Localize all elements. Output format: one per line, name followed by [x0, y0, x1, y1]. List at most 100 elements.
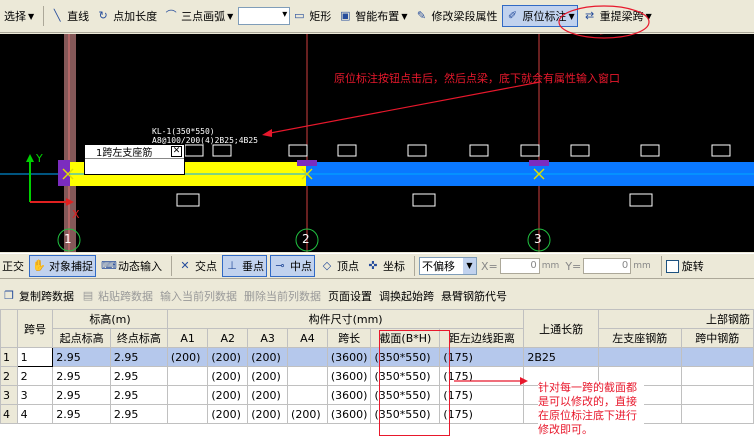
coordinate-snap[interactable]: ✜ 坐标 — [364, 255, 407, 277]
in-situ-input-popup[interactable]: 1跨左支座筋 ✕ — [84, 144, 185, 175]
col-header-a2[interactable]: A2 — [207, 328, 249, 348]
cell-a2[interactable]: (200) — [207, 404, 249, 424]
x-coord-input[interactable]: 0 — [499, 258, 540, 274]
y-coord-input[interactable]: 0 — [583, 258, 632, 274]
cell-span[interactable]: 3 — [16, 385, 54, 405]
cell-mid-span[interactable] — [680, 366, 754, 386]
chevron-down-icon[interactable]: ▼ — [463, 258, 476, 274]
in-situ-annotation-button[interactable]: ✐ 原位标注 ▼ — [502, 5, 578, 27]
cell-a4[interactable] — [287, 366, 328, 386]
object-snap-toggle[interactable]: ✋ 对象捕捉 — [29, 255, 96, 277]
cell-a1[interactable]: (200) — [166, 347, 209, 367]
rect-button[interactable]: ▭ 矩形 — [290, 5, 333, 27]
dropdown-arrow-icon[interactable]: ▼ — [227, 12, 233, 21]
cell-span[interactable]: 4 — [16, 404, 54, 424]
popup-input-field[interactable] — [85, 159, 184, 174]
col-header-span-length[interactable]: 跨长 — [326, 328, 372, 348]
cell-span[interactable]: 1 — [16, 347, 54, 367]
col-header-start-elev[interactable]: 起点标高 — [52, 328, 111, 348]
cell-span[interactable]: 2 — [16, 366, 54, 386]
copy-span-data-button[interactable]: ❐ 复制跨数据 — [0, 285, 76, 307]
cell-a3[interactable]: (200) — [247, 347, 289, 367]
cell-section[interactable]: (350*550) — [370, 366, 441, 386]
cell-end-elev[interactable]: 2.95 — [109, 385, 168, 405]
cell-end-elev[interactable]: 2.95 — [109, 366, 168, 386]
cell-a4[interactable]: (200) — [287, 404, 328, 424]
cell-end-elev[interactable]: 2.95 — [109, 347, 168, 367]
select-button[interactable]: 选择 ▼ — [2, 5, 36, 27]
cell-edge-distance[interactable]: (175) — [439, 404, 525, 424]
col-header-mid-span[interactable]: 跨中钢筋 — [680, 328, 754, 348]
modify-span-button[interactable]: ✎ 修改梁段属性 — [412, 5, 499, 27]
cell-start-elev[interactable]: 2.95 — [52, 385, 111, 405]
col-header-end-elev[interactable]: 终点标高 — [109, 328, 168, 348]
col-header-a4[interactable]: A4 — [287, 328, 328, 348]
offset-select[interactable]: 不偏移 ▼ — [419, 257, 477, 275]
smart-layout-button[interactable]: ▣ 智能布置 ▼ — [336, 5, 409, 27]
ortho-toggle[interactable]: 正交 — [0, 255, 26, 277]
cell-a3[interactable]: (200) — [247, 385, 289, 405]
dropdown-arrow-icon[interactable]: ▼ — [401, 12, 407, 21]
table-row[interactable]: 1 1 2.95 2.95 (200) (200) (200) (3600) (350*550)… — [0, 347, 754, 367]
cantilever-code-button[interactable]: 悬臂钢筋代号 — [439, 285, 509, 307]
delete-column-data-button[interactable]: 删除当前列数据 — [242, 285, 323, 307]
col-header-left-support[interactable]: 左支座钢筋 — [597, 328, 682, 348]
cad-canvas[interactable]: KL-1(350*550) A8@100/200(4)2B25;4B25 1跨左… — [0, 34, 754, 252]
cell-span-length[interactable]: (3600) — [326, 385, 372, 405]
cell-end-elev[interactable]: 2.95 — [109, 404, 168, 424]
line-button[interactable]: ╲ 直线 — [48, 5, 91, 27]
cell-a3[interactable]: (200) — [247, 404, 289, 424]
cell-mid-span[interactable] — [680, 404, 754, 424]
input-column-data-button[interactable]: 输入当前列数据 — [158, 285, 239, 307]
row-number[interactable]: 4 — [0, 404, 18, 424]
rotate-checkbox[interactable] — [665, 259, 679, 273]
cell-top-through[interactable]: 2B25 — [523, 347, 599, 367]
row-number[interactable]: 1 — [0, 347, 18, 367]
cell-mid-span[interactable] — [680, 385, 754, 405]
cell-a1[interactable] — [166, 366, 209, 386]
repick-span-button[interactable]: ⇄ 重提梁跨 ▼ — [581, 5, 654, 27]
cell-a1[interactable] — [166, 385, 209, 405]
col-header-top-through-bars[interactable]: 上通长筋 — [523, 309, 599, 348]
col-header-a1[interactable]: A1 — [166, 328, 209, 348]
vertex-snap[interactable]: ◇ 顶点 — [318, 255, 361, 277]
layer-combo[interactable] — [238, 7, 291, 25]
row-number[interactable]: 3 — [0, 385, 18, 405]
cell-section[interactable]: (350*550) — [370, 347, 441, 367]
cell-a2[interactable]: (200) — [207, 385, 249, 405]
cell-mid-span[interactable] — [680, 347, 754, 367]
cell-edge-distance[interactable]: (175) — [439, 347, 525, 367]
three-point-arc-button[interactable]: ⌒ 三点画弧 ▼ — [162, 5, 235, 27]
cell-a4[interactable] — [287, 385, 328, 405]
col-header-section[interactable]: 截面(B*H) — [370, 328, 441, 348]
cell-span-length[interactable]: (3600) — [326, 404, 372, 424]
cell-left-support[interactable] — [597, 347, 682, 367]
cell-start-elev[interactable]: 2.95 — [52, 347, 111, 367]
cell-a1[interactable] — [166, 404, 209, 424]
point-length-button[interactable]: ↻ 点加长度 — [94, 5, 159, 27]
dropdown-arrow-icon[interactable]: ▼ — [28, 12, 34, 21]
cell-span-length[interactable]: (3600) — [326, 366, 372, 386]
page-setup-button[interactable]: 页面设置 — [326, 285, 374, 307]
cell-a3[interactable]: (200) — [247, 366, 289, 386]
col-header-edge-distance[interactable]: 距左边线距离 — [439, 328, 525, 348]
midpoint-snap[interactable]: ⊸ 中点 — [270, 255, 315, 277]
cell-edge-distance[interactable]: (175) — [439, 366, 525, 386]
cell-section[interactable]: (350*550) — [370, 385, 441, 405]
perpendicular-snap[interactable]: ⊥ 垂点 — [222, 255, 267, 277]
cell-span-length[interactable]: (3600) — [326, 347, 372, 367]
col-header-a3[interactable]: A3 — [247, 328, 289, 348]
cell-section[interactable]: (350*550) — [370, 404, 441, 424]
intersection-snap[interactable]: ✕ 交点 — [176, 255, 219, 277]
paste-span-data-button[interactable]: ▤ 粘贴跨数据 — [79, 285, 155, 307]
cell-edge-distance[interactable]: (175) — [439, 385, 525, 405]
cell-a2[interactable]: (200) — [207, 347, 249, 367]
row-number[interactable]: 2 — [0, 366, 18, 386]
dropdown-arrow-icon[interactable]: ▼ — [646, 12, 652, 21]
cell-start-elev[interactable]: 2.95 — [52, 366, 111, 386]
swap-start-span-button[interactable]: 调换起始跨 — [377, 285, 436, 307]
popup-close-icon[interactable]: ✕ — [171, 146, 182, 157]
dropdown-arrow-icon[interactable]: ▼ — [568, 12, 574, 21]
cell-start-elev[interactable]: 2.95 — [52, 404, 111, 424]
cell-a4[interactable] — [287, 347, 328, 367]
